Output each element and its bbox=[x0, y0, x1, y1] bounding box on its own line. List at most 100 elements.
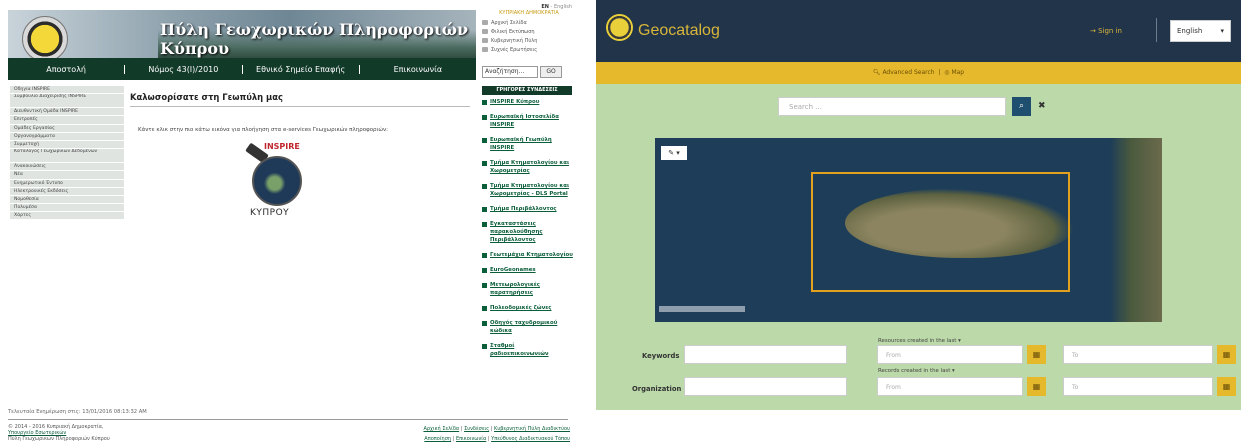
quick-link[interactable]: Οδηγός ταχυδρομικού κώδικα bbox=[482, 319, 574, 335]
quick-link[interactable]: Εγκαταστάσεις παρακολούθησης Περιβάλλοντ… bbox=[482, 220, 574, 244]
calendar-icon[interactable]: ▦ bbox=[1027, 377, 1046, 396]
search-button[interactable]: ⌕ bbox=[1012, 97, 1031, 116]
sidebar-item[interactable]: Χάρτες bbox=[10, 212, 124, 221]
site-search-button[interactable]: GO bbox=[540, 66, 562, 78]
language-select[interactable]: English ▾ bbox=[1170, 20, 1231, 42]
catalog-search-input[interactable]: Search ... bbox=[778, 97, 1006, 116]
quick-link[interactable]: Ευρωπαϊκή Γεωπύλη INSPIRE bbox=[482, 136, 574, 152]
last-updated: Τελευταία Ενημέρωση στις: 13/01/2016 08:… bbox=[8, 409, 147, 415]
quick-link[interactable]: Ευρωπαϊκή Ιστοσελίδα INSPIRE bbox=[482, 113, 574, 129]
quick-link-label[interactable]: EuroGeonames bbox=[490, 266, 536, 274]
sidebar-item[interactable]: Νομοθεσία bbox=[10, 195, 124, 205]
organization-input[interactable] bbox=[684, 377, 847, 396]
sidebar-item[interactable]: Κατάλογος Γεωχωρικών Δεδομένων bbox=[10, 149, 124, 164]
nav-contact-point[interactable]: Εθνικό Σημείο Επαφής bbox=[243, 64, 360, 74]
quick-link-label[interactable]: Οδηγός ταχυδρομικού κώδικα bbox=[490, 319, 574, 335]
quick-link[interactable]: Τμήμα Κτηματολογίου και Χωρομετρίας bbox=[482, 159, 574, 175]
quick-link-label[interactable]: Τμήμα Κτηματολογίου και Χωρομετρίας - DL… bbox=[490, 182, 574, 198]
bullet-icon bbox=[482, 100, 487, 105]
bullet-icon bbox=[482, 306, 487, 311]
resources-to-input[interactable]: To bbox=[1063, 345, 1213, 364]
sidebar-item[interactable]: Διευθυντική Ομάδα INSPIRE bbox=[10, 108, 124, 117]
quick-link-label[interactable]: Τμήμα Περιβάλλοντος bbox=[490, 205, 557, 213]
brand-name[interactable]: Geocatalog bbox=[638, 22, 720, 40]
footer-webmaster-link[interactable]: Υπεύθυνος Διαδικτυακού Τόπου bbox=[491, 436, 570, 442]
clear-search-button[interactable]: ✖ bbox=[1038, 101, 1046, 111]
sidebar-item[interactable]: Ομάδες Εργασίας bbox=[10, 124, 124, 133]
site-search-input[interactable]: Αναζήτηση... bbox=[482, 66, 538, 78]
quick-link[interactable]: Τμήμα Περιβάλλοντος bbox=[482, 205, 574, 213]
map-view[interactable]: ✎ ▾ bbox=[655, 138, 1162, 322]
footer-gov-link[interactable]: Κυβερνητική Πύλη Διαδικτύου bbox=[494, 426, 570, 432]
records-caption[interactable]: Records created in the last ▾ bbox=[878, 368, 955, 374]
advanced-search-link[interactable]: 🔍︎ Advanced Search bbox=[873, 69, 935, 76]
geocatalog-logo[interactable] bbox=[606, 14, 633, 41]
quick-link[interactable]: Μετεωρολογικές παρατηρήσεις bbox=[482, 281, 574, 297]
faq-link[interactable]: Συχνές Ερωτήσεις bbox=[482, 45, 574, 54]
resources-caption[interactable]: Resources created in the last ▾ bbox=[878, 338, 961, 344]
search-icon: ⌕ bbox=[1018, 101, 1025, 111]
quick-link-label[interactable]: Σταθμοί ραδιοεπικοινωνιών bbox=[490, 342, 574, 358]
quick-link[interactable]: Σταθμοί ραδιοεπικοινωνιών bbox=[482, 342, 574, 358]
records-from-input[interactable]: From bbox=[877, 377, 1023, 396]
sidebar-item[interactable]: Ανακοινώσεις bbox=[10, 163, 124, 172]
quick-link[interactable]: Γεωτεμάχια Κτηματολογίου bbox=[482, 251, 574, 259]
sidebar-item[interactable]: Πολυμέσα bbox=[10, 204, 124, 213]
quick-link-label[interactable]: Ευρωπαϊκή Γεωπύλη INSPIRE bbox=[490, 136, 574, 152]
bullet-icon bbox=[482, 207, 487, 212]
sidebar-item[interactable]: Συμμετοχή bbox=[10, 140, 124, 150]
utility-links: Αρχική Σελίδα Φιλική Εκτύπωση Κυβερνητικ… bbox=[482, 18, 574, 54]
quick-link-label[interactable]: Μετεωρολογικές παρατηρήσεις bbox=[490, 281, 574, 297]
quick-link[interactable]: INSPIRE Κύπρου bbox=[482, 98, 574, 106]
quick-link[interactable]: Πολεοδομικές ζώνες bbox=[482, 304, 574, 312]
quick-link-label[interactable]: INSPIRE Κύπρου bbox=[490, 98, 539, 106]
quick-link-label[interactable]: Ευρωπαϊκή Ιστοσελίδα INSPIRE bbox=[490, 113, 574, 129]
sidebar-menu: Οδηγία INSPIRE Συμβούλιο Διαχείρισης INSP… bbox=[10, 86, 124, 221]
gov-icon bbox=[482, 38, 488, 43]
nav-law[interactable]: Νόμος 43(Ι)/2010 bbox=[125, 64, 243, 74]
resources-from-input[interactable]: From bbox=[877, 345, 1023, 364]
sidebar-item[interactable]: Νέα bbox=[10, 171, 124, 180]
quick-link-label[interactable]: Γεωτεμάχια Κτηματολογίου bbox=[490, 251, 573, 259]
print-link[interactable]: Φιλική Εκτύπωση bbox=[482, 27, 574, 36]
draw-tool-button[interactable]: ✎ ▾ bbox=[661, 146, 687, 160]
calendar-icon[interactable]: ▦ bbox=[1027, 345, 1046, 364]
sidebar-item[interactable]: Ηλεκτρονικές Εκδόσεις bbox=[10, 187, 124, 196]
calendar-icon[interactable]: ▦ bbox=[1217, 345, 1236, 364]
banner-title: Πύλη Γεωχωρικών Πληροφοριών Κύπρου bbox=[160, 20, 469, 58]
nav-mission[interactable]: Αποστολή bbox=[8, 64, 126, 74]
site-search: Αναζήτηση... GO bbox=[482, 66, 562, 78]
sidebar-item[interactable]: Οργανογράμματα bbox=[10, 132, 124, 141]
sidebar-item[interactable]: Οδηγία INSPIRE bbox=[10, 86, 124, 95]
quick-link-label[interactable]: Τμήμα Κτηματολογίου και Χωρομετρίας bbox=[490, 159, 574, 175]
footer-home-link[interactable]: Αρχική Σελίδα bbox=[423, 426, 459, 432]
inspire-label: INSPIRE bbox=[264, 142, 300, 151]
quick-link-label[interactable]: Εγκαταστάσεις παρακολούθησης Περιβάλλοντ… bbox=[490, 220, 574, 244]
records-to-input[interactable]: To bbox=[1063, 377, 1213, 396]
footer-contact-link[interactable]: Επικοινωνία bbox=[456, 436, 486, 442]
home-link[interactable]: Αρχική Σελίδα bbox=[482, 18, 574, 27]
faq-icon bbox=[482, 47, 488, 52]
inspire-cyprus-image-link[interactable]: INSPIRE ΚΥΠΡΟΥ bbox=[245, 142, 306, 234]
right-column: EN - English ΚΥΠΡΙΑΚΗ ΔΗΜΟΚΡΑΤΙΑ Αρχική … bbox=[480, 0, 578, 445]
quick-link-label[interactable]: Πολεοδομικές ζώνες bbox=[490, 304, 551, 312]
sign-in-link[interactable]: → Sign in bbox=[1090, 27, 1122, 35]
map-link[interactable]: ◎ Map bbox=[944, 69, 964, 76]
bullet-icon bbox=[482, 253, 487, 258]
extent-box[interactable] bbox=[811, 172, 1070, 292]
quick-link[interactable]: EuroGeonames bbox=[482, 266, 574, 274]
quick-link[interactable]: Τμήμα Κτηματολογίου και Χωρομετρίας - DL… bbox=[482, 182, 574, 198]
geoportal-logo[interactable] bbox=[22, 16, 68, 58]
bullet-icon bbox=[482, 268, 487, 273]
keywords-input[interactable] bbox=[684, 345, 847, 364]
sidebar-item[interactable]: Ενημερωτικό Έντυπο bbox=[10, 179, 124, 188]
cyprus-label: ΚΥΠΡΟΥ bbox=[250, 208, 290, 218]
footer-links-link[interactable]: Συνδέσεις bbox=[464, 426, 489, 432]
nav-contact[interactable]: Επικοινωνία bbox=[360, 65, 476, 74]
footer-disclaimer-link[interactable]: Αποποίηση bbox=[424, 436, 451, 442]
globe-icon: ◎ bbox=[944, 69, 950, 76]
gov-portal-link[interactable]: Κυβερνητική Πύλη bbox=[482, 36, 574, 45]
sidebar-item[interactable]: Επιτροπές bbox=[10, 116, 124, 125]
sidebar-item[interactable]: Συμβούλιο Διαχείρισης INSPIRE bbox=[10, 94, 124, 109]
calendar-icon[interactable]: ▦ bbox=[1217, 377, 1236, 396]
